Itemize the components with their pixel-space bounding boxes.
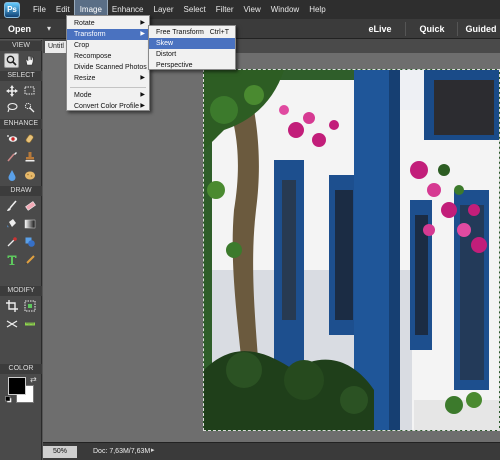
section-view: VIEW <box>0 41 42 51</box>
shortcut-label: Ctrl+T <box>209 29 229 36</box>
open-dropdown-arrow-icon[interactable]: ▾ <box>47 24 51 33</box>
red-eye-tool-icon[interactable] <box>4 131 19 146</box>
mode-divider <box>405 22 406 36</box>
section-color: COLOR <box>0 364 42 374</box>
menu-item-label: Rotate <box>74 20 95 27</box>
menu-item-recompose[interactable]: Recompose <box>67 51 149 62</box>
zoom-level-field[interactable]: 50% <box>43 446 77 458</box>
brush-tool-icon[interactable] <box>4 198 19 213</box>
content-aware-move-icon[interactable] <box>4 316 19 331</box>
section-select: SELECT <box>0 71 42 81</box>
menu-item-rotate[interactable]: Rotate ▶ <box>67 18 149 29</box>
submenu-arrow-icon: ▶ <box>140 92 145 98</box>
menu-item-transform[interactable]: Transform ▶ <box>67 29 149 40</box>
spot-healing-brush-icon[interactable] <box>22 131 37 146</box>
hand-tool-icon[interactable] <box>22 53 37 68</box>
status-bar: 50% Doc: 7,63M/7,63M ▸ <box>43 442 500 460</box>
menu-item-crop[interactable]: Crop <box>67 40 149 51</box>
menu-file[interactable]: File <box>28 0 51 19</box>
zoom-tool-icon[interactable] <box>4 53 19 68</box>
default-colors-icon[interactable] <box>5 396 12 403</box>
status-menu-arrow-icon[interactable]: ▸ <box>151 446 155 454</box>
mode-elive[interactable]: eLive <box>360 19 400 39</box>
submenu-arrow-icon: ▶ <box>140 103 145 109</box>
menu-item-label: Free Transform <box>156 29 204 36</box>
pencil-tool-icon[interactable] <box>22 252 37 267</box>
smart-brush-icon[interactable] <box>4 149 19 164</box>
menu-item-divide-scanned-photos[interactable]: Divide Scanned Photos <box>67 62 149 73</box>
menu-item-convert-color-profile[interactable]: Convert Color Profile ▶ <box>67 101 149 112</box>
menu-window[interactable]: Window <box>266 0 304 19</box>
eyedropper-tool-icon[interactable] <box>4 234 19 249</box>
paint-bucket-icon[interactable] <box>4 216 19 231</box>
quick-selection-tool-icon[interactable] <box>22 100 37 115</box>
menu-item-resize[interactable]: Resize ▶ <box>67 73 149 84</box>
document-size-info: Doc: 7,63M/7,63M <box>93 448 151 455</box>
open-button[interactable]: Open <box>0 19 40 39</box>
menu-item-label: Mode <box>74 92 92 99</box>
foreground-color-swatch[interactable] <box>8 377 26 395</box>
menu-select[interactable]: Select <box>179 0 211 19</box>
type-tool-icon[interactable] <box>4 252 19 267</box>
menu-item-label: Transform <box>74 31 106 38</box>
menu-item-label: Convert Color Profile <box>74 103 139 110</box>
crop-tool-icon[interactable] <box>4 298 19 313</box>
clone-stamp-icon[interactable] <box>22 149 37 164</box>
mode-guided[interactable]: Guided <box>462 19 500 39</box>
submenu-arrow-icon: ▶ <box>140 31 145 37</box>
menu-layer[interactable]: Layer <box>149 0 179 19</box>
section-enhance: ENHANCE <box>0 119 42 129</box>
move-tool-icon[interactable] <box>4 83 19 98</box>
menu-item-label: Resize <box>74 75 96 82</box>
menu-item-free-transform[interactable]: Free Transform Ctrl+T <box>149 27 235 38</box>
straighten-tool-icon[interactable] <box>22 316 37 331</box>
app-logo-icon: Ps <box>4 1 20 18</box>
lasso-tool-icon[interactable] <box>4 100 19 115</box>
mode-quick[interactable]: Quick <box>412 19 452 39</box>
submenu-arrow-icon: ▶ <box>140 75 145 81</box>
gradient-tool-icon[interactable] <box>22 216 37 231</box>
menu-item-distort[interactable]: Distort <box>149 49 235 60</box>
menu-separator <box>70 87 146 88</box>
tools-panel: VIEW SELECT ENHANCE DRAW MODIFY COLOR ⇄ <box>0 40 42 460</box>
menu-view[interactable]: View <box>239 0 266 19</box>
menu-item-perspective[interactable]: Perspective <box>149 60 235 71</box>
swap-colors-icon[interactable]: ⇄ <box>30 375 37 384</box>
eraser-tool-icon[interactable] <box>22 198 37 213</box>
section-modify: MODIFY <box>0 286 42 296</box>
section-draw: DRAW <box>0 186 42 196</box>
menu-help[interactable]: Help <box>304 0 330 19</box>
menu-filter[interactable]: Filter <box>211 0 239 19</box>
menu-item-mode[interactable]: Mode ▶ <box>67 90 149 101</box>
mode-divider <box>457 22 458 36</box>
transform-submenu: Free Transform Ctrl+T Skew Distort Perspe… <box>148 25 236 70</box>
blur-tool-icon[interactable] <box>4 167 19 182</box>
menu-item-skew[interactable]: Skew <box>149 38 235 49</box>
recompose-tool-icon[interactable] <box>22 298 37 313</box>
image-menu-dropdown: Rotate ▶ Transform ▶ Crop Recompose Divide… <box>66 15 150 111</box>
shape-tool-icon[interactable] <box>22 234 37 249</box>
marquee-tool-icon[interactable] <box>22 83 37 98</box>
submenu-arrow-icon: ▶ <box>140 20 145 26</box>
photo-image[interactable] <box>203 69 500 431</box>
sponge-tool-icon[interactable] <box>22 167 37 182</box>
